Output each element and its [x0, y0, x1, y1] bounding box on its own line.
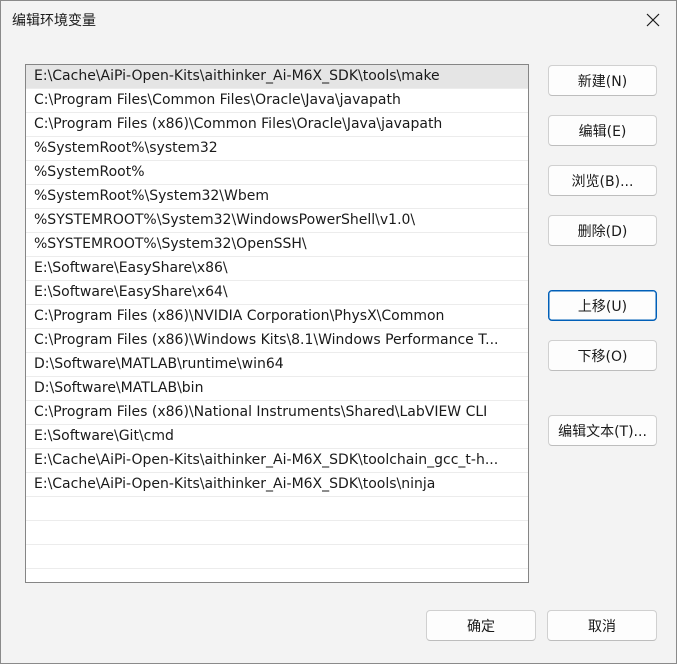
delete-button[interactable]: 删除(D)	[548, 215, 657, 246]
path-list-item[interactable]: E:\Cache\AiPi-Open-Kits\aithinker_Ai-M6X…	[26, 65, 528, 89]
move-up-button[interactable]: 上移(U)	[548, 290, 657, 321]
title-bar: 编辑环境变量	[1, 1, 676, 39]
cancel-button[interactable]: 取消	[547, 610, 657, 641]
path-list-item[interactable]: E:\Software\EasyShare\x86\	[26, 257, 528, 281]
window-title: 编辑环境变量	[12, 13, 96, 29]
empty-list-row[interactable]	[26, 497, 528, 521]
path-list-item[interactable]: %SystemRoot%\system32	[26, 137, 528, 161]
path-list-item[interactable]: E:\Cache\AiPi-Open-Kits\aithinker_Ai-M6X…	[26, 449, 528, 473]
path-list-item[interactable]: %SystemRoot%\System32\Wbem	[26, 185, 528, 209]
new-button[interactable]: 新建(N)	[548, 65, 657, 96]
path-list-item[interactable]: %SYSTEMROOT%\System32\WindowsPowerShell\…	[26, 209, 528, 233]
path-list-item[interactable]: E:\Software\EasyShare\x64\	[26, 281, 528, 305]
move-down-button[interactable]: 下移(O)	[548, 340, 657, 371]
empty-list-row[interactable]	[26, 545, 528, 569]
close-button[interactable]	[630, 1, 676, 39]
path-list-item[interactable]: E:\Software\Git\cmd	[26, 425, 528, 449]
path-list-item[interactable]: C:\Program Files (x86)\Windows Kits\8.1\…	[26, 329, 528, 353]
path-list-item[interactable]: E:\Cache\AiPi-Open-Kits\aithinker_Ai-M6X…	[26, 473, 528, 497]
close-icon	[646, 13, 660, 27]
path-list[interactable]: E:\Cache\AiPi-Open-Kits\aithinker_Ai-M6X…	[25, 64, 529, 583]
edit-button[interactable]: 编辑(E)	[548, 115, 657, 146]
path-list-item[interactable]: C:\Program Files (x86)\National Instrume…	[26, 401, 528, 425]
path-list-item[interactable]: D:\Software\MATLAB\bin	[26, 377, 528, 401]
path-list-item[interactable]: C:\Program Files (x86)\Common Files\Orac…	[26, 113, 528, 137]
ok-button[interactable]: 确定	[426, 610, 536, 641]
edit-environment-variable-dialog: 编辑环境变量 E:\Cache\AiPi-Open-Kits\aithinker…	[0, 0, 677, 664]
path-list-item[interactable]: %SystemRoot%	[26, 161, 528, 185]
browse-button[interactable]: 浏览(B)...	[548, 165, 657, 196]
path-list-item[interactable]: C:\Program Files\Common Files\Oracle\Jav…	[26, 89, 528, 113]
path-list-item[interactable]: D:\Software\MATLAB\runtime\win64	[26, 353, 528, 377]
empty-list-row[interactable]	[26, 521, 528, 545]
path-list-item[interactable]: %SYSTEMROOT%\System32\OpenSSH\	[26, 233, 528, 257]
path-list-item[interactable]: C:\Program Files (x86)\NVIDIA Corporatio…	[26, 305, 528, 329]
edit-text-button[interactable]: 编辑文本(T)...	[548, 415, 657, 446]
